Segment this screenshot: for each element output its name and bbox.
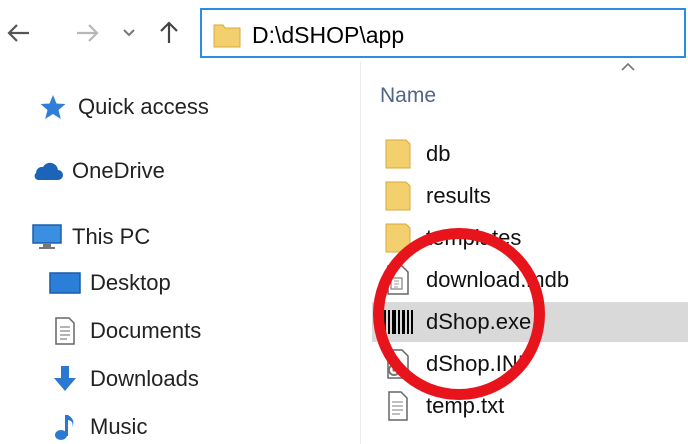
address-bar[interactable]: D:\dSHOP\app: [200, 8, 686, 58]
file-name: db: [426, 141, 451, 166]
file-name: dShop.INI: [426, 351, 524, 376]
sidebar-item-downloads[interactable]: Downloads: [48, 364, 199, 394]
column-header-name[interactable]: Name: [380, 84, 436, 108]
file-name: templates: [426, 225, 522, 250]
up-button[interactable]: [154, 18, 184, 48]
sidebar-item-documents[interactable]: Documents: [48, 316, 201, 346]
file-row-db[interactable]: db: [372, 134, 688, 174]
settings-file-icon: [378, 347, 418, 381]
sidebar-item-label: This PC: [72, 224, 151, 249]
folder-icon: [378, 179, 418, 213]
sidebar-item-desktop[interactable]: Desktop: [48, 268, 171, 298]
file-name: download.mdb: [426, 267, 570, 292]
sidebar-item-label: Quick access: [78, 94, 209, 119]
back-button[interactable]: [4, 18, 34, 48]
folder-icon: [213, 24, 241, 48]
sort-ascending-icon: [621, 62, 635, 71]
file-row-dshop-ini[interactable]: dShop.INI: [372, 344, 688, 384]
sidebar-item-label: Desktop: [90, 270, 171, 295]
chevron-down-icon: [123, 29, 135, 37]
file-row-download-mdb[interactable]: download.mdb: [372, 260, 688, 300]
file-name: results: [426, 183, 491, 208]
file-row-temp-txt[interactable]: temp.txt: [372, 386, 688, 426]
file-row-results[interactable]: results: [372, 176, 688, 216]
file-row-templates[interactable]: templates: [372, 218, 688, 258]
sidebar-item-this-pc[interactable]: This PC: [30, 222, 150, 252]
desktop-icon: [48, 268, 82, 298]
sidebar-item-onedrive[interactable]: OneDrive: [30, 156, 165, 186]
sidebar-item-label: OneDrive: [72, 158, 165, 183]
file-name: temp.txt: [426, 393, 505, 418]
sidebar-item-quick-access[interactable]: Quick access: [36, 92, 209, 122]
sidebar-item-label: Documents: [90, 318, 202, 343]
arrow-right-icon: [77, 24, 99, 42]
pane-divider: [360, 62, 361, 444]
file-row-dshop-exe[interactable]: dShop.exe: [372, 302, 688, 342]
file-name: dShop.exe: [426, 309, 532, 334]
sidebar-item-music[interactable]: Music: [48, 412, 147, 442]
sidebar-item-label: Downloads: [90, 366, 199, 391]
folder-icon: [378, 137, 418, 171]
arrow-up-icon: [160, 21, 178, 43]
folder-icon: [378, 221, 418, 255]
music-icon: [48, 412, 82, 442]
computer-icon: [30, 222, 64, 252]
database-file-icon: [378, 263, 418, 297]
cloud-icon: [30, 156, 64, 186]
recent-locations-button[interactable]: [114, 18, 144, 48]
star-icon: [36, 92, 70, 122]
document-icon: [48, 316, 82, 346]
barcode-icon: [378, 305, 418, 339]
arrow-left-icon: [7, 24, 29, 42]
address-path[interactable]: D:\dSHOP\app: [252, 22, 404, 49]
text-file-icon: [378, 389, 418, 423]
sidebar-item-label: Music: [90, 414, 148, 439]
forward-button[interactable]: [72, 18, 102, 48]
download-icon: [48, 364, 82, 394]
